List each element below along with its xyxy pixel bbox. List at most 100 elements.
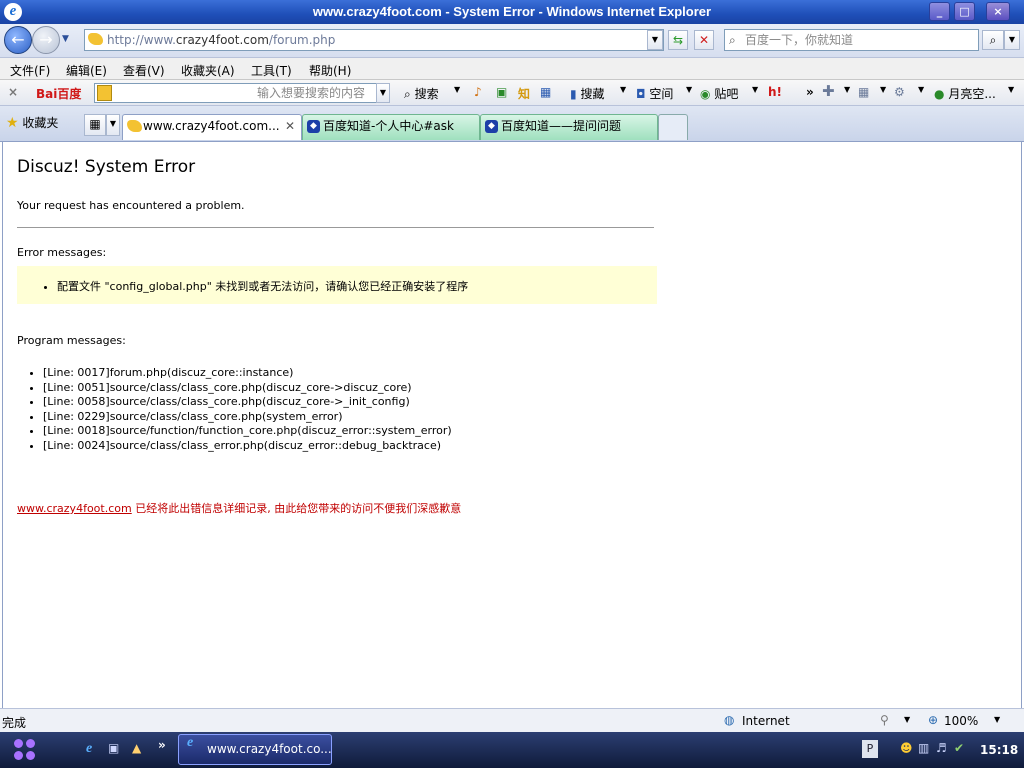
add-icon[interactable]: ✚: [822, 82, 835, 100]
user-label: 月亮空...: [948, 87, 996, 101]
search-go-icon[interactable]: ⌕: [982, 30, 1004, 50]
search-options-icon[interactable]: ▼: [1004, 30, 1020, 50]
gear-icon[interactable]: ⚙: [894, 85, 905, 99]
desktop-icon[interactable]: ▲: [132, 741, 141, 755]
quick-tabs-icon[interactable]: ▦: [84, 114, 106, 136]
error-box: 配置文件 "config_global.php" 未找到或者无法访问，请确认您已…: [17, 266, 657, 304]
globe-icon: ◍: [724, 713, 735, 727]
url-input[interactable]: http://www.crazy4foot.com/forum.php: [84, 29, 664, 51]
protected-mode-icon[interactable]: ⚲: [880, 713, 889, 727]
favorites-button[interactable]: ★ 收藏夹: [6, 114, 58, 131]
star-icon: ★: [6, 115, 19, 131]
security-zone[interactable]: Internet: [742, 714, 790, 728]
tab-favicon-icon: [127, 120, 142, 132]
hi-icon[interactable]: h!: [768, 85, 782, 99]
error-intro: Your request has encountered a problem.: [17, 199, 245, 212]
forward-button[interactable]: →: [32, 26, 60, 54]
menu-view[interactable]: 查看(V): [123, 62, 165, 79]
kongjian-dropdown-icon[interactable]: ▼: [686, 85, 692, 94]
kongjian-button[interactable]: ◘ 空间: [636, 85, 673, 102]
menu-edit[interactable]: 编辑(E): [66, 62, 107, 79]
image-icon[interactable]: ▣: [496, 85, 507, 99]
toolbar-close-icon[interactable]: ×: [8, 85, 18, 99]
tray-app-icon[interactable]: ✔: [954, 741, 964, 755]
calendar-icon[interactable]: ▦: [540, 85, 551, 99]
title-bar[interactable]: e www.crazy4foot.com - System Error - Wi…: [0, 0, 1024, 24]
protected-dropdown-icon[interactable]: ▼: [904, 715, 910, 724]
add-dropdown-icon[interactable]: ▼: [844, 85, 850, 94]
program-messages-list: [Line: 0017]forum.php(discuz_core::insta…: [43, 366, 452, 454]
zoom-level[interactable]: 100%: [944, 714, 978, 728]
zoom-dropdown-icon[interactable]: ▼: [994, 715, 1000, 724]
souchang-dropdown-icon[interactable]: ▼: [620, 85, 626, 94]
more-chevron-icon[interactable]: »: [806, 85, 814, 99]
divider: [17, 227, 654, 228]
menu-favorites[interactable]: 收藏夹(A): [181, 62, 235, 79]
tab-close-icon[interactable]: ✕: [285, 115, 295, 137]
footer-note: www.crazy4foot.com 已经将此出错信息详细记录, 由此给您带来的…: [17, 500, 461, 516]
start-button[interactable]: [14, 739, 36, 761]
tab-baidu-zhidao-ask[interactable]: ◆ 百度知道-个人中心#ask: [302, 114, 480, 140]
url-host: crazy4foot.com: [175, 33, 269, 47]
page-title: Discuz! System Error: [17, 157, 196, 177]
network-icon[interactable]: ▥: [918, 741, 929, 755]
menu-help[interactable]: 帮助(H): [309, 62, 351, 79]
tab-list-icon[interactable]: ▼: [106, 114, 120, 136]
status-bar: 完成 ◍ Internet ⚲ ▼ ⊕ 100% ▼: [0, 708, 1024, 732]
refresh-icon[interactable]: ⇆: [668, 30, 688, 50]
quicklaunch-more-icon[interactable]: »: [158, 738, 166, 752]
address-bar: ← → ▼ http://www.crazy4foot.com/forum.ph…: [0, 24, 1024, 58]
music-icon[interactable]: ♪: [474, 85, 482, 99]
minimize-button[interactable]: _: [929, 2, 950, 21]
tab-label: www.crazy4foot.com...: [143, 119, 280, 133]
toolbar-search-label: 搜索: [414, 87, 439, 101]
taskbar-window-button[interactable]: e www.crazy4foot.co...: [178, 734, 332, 765]
qq-icon[interactable]: ☻: [900, 741, 913, 755]
tab-crazy4foot[interactable]: www.crazy4foot.com... ✕: [122, 114, 302, 140]
user-button[interactable]: ● 月亮空...: [934, 85, 996, 102]
favorites-label: 收藏夹: [22, 116, 59, 130]
magnifier-icon: ⌕: [404, 87, 411, 101]
back-button[interactable]: ←: [4, 26, 32, 54]
stop-icon[interactable]: ✕: [694, 30, 714, 50]
close-button[interactable]: ×: [986, 2, 1010, 21]
program-message: [Line: 0051]source/class/class_core.php(…: [43, 381, 452, 396]
zhidao-icon[interactable]: 知: [518, 85, 530, 102]
baidu-search-dropdown-icon[interactable]: ▼: [376, 83, 390, 103]
zoom-icon: ⊕: [928, 713, 939, 727]
ie-quicklaunch-icon[interactable]: e: [86, 741, 92, 757]
program-message: [Line: 0058]source/class/class_core.php(…: [43, 395, 452, 410]
tab-baidu-zhidao-question[interactable]: ◆ 百度知道——提问问题: [480, 114, 658, 140]
volume-icon[interactable]: ♬: [936, 741, 947, 755]
history-dropdown-icon[interactable]: ▼: [62, 34, 69, 44]
souchang-button[interactable]: ▮ 搜藏: [570, 85, 604, 102]
gear-dropdown-icon[interactable]: ▼: [918, 85, 924, 94]
maximize-button[interactable]: □: [954, 2, 975, 21]
url-dropdown-icon[interactable]: ▼: [647, 30, 663, 50]
kongjian-label: 空间: [649, 87, 674, 101]
clock[interactable]: 15:18: [980, 743, 1018, 757]
explorer-icon[interactable]: ▣: [108, 741, 119, 755]
site-link[interactable]: www.crazy4foot.com: [17, 502, 132, 515]
favicon-icon: [88, 33, 103, 45]
program-message: [Line: 0017]forum.php(discuz_core::insta…: [43, 366, 452, 381]
input-method-icon[interactable]: P: [862, 740, 878, 758]
tieba-button[interactable]: ◉ 贴吧: [700, 85, 738, 102]
search-dropdown-icon[interactable]: ▼: [454, 85, 460, 94]
menu-tools[interactable]: 工具(T): [251, 62, 292, 79]
grid-icon[interactable]: ▦: [858, 85, 869, 99]
tieba-dropdown-icon[interactable]: ▼: [752, 85, 758, 94]
user-icon: ●: [934, 87, 945, 101]
menu-file[interactable]: 文件(F): [10, 62, 50, 79]
url-path: /forum.php: [268, 33, 336, 47]
new-tab-button[interactable]: [658, 114, 688, 140]
baidu-logo[interactable]: Bai百度: [36, 85, 81, 102]
user-dropdown-icon[interactable]: ▼: [1008, 85, 1014, 94]
search-input[interactable]: ⌕ 百度一下，你就知道: [724, 29, 979, 51]
grid-dropdown-icon[interactable]: ▼: [880, 85, 886, 94]
url-prefix: http://www.: [107, 33, 176, 47]
tab-label: 百度知道-个人中心#ask: [323, 119, 454, 133]
error-item: 配置文件 "config_global.php" 未找到或者无法访问，请确认您已…: [57, 278, 468, 294]
toolbar-search-button[interactable]: ⌕ 搜索: [404, 85, 439, 102]
baidu-search-input[interactable]: 输入想要搜索的内容: [94, 83, 390, 103]
